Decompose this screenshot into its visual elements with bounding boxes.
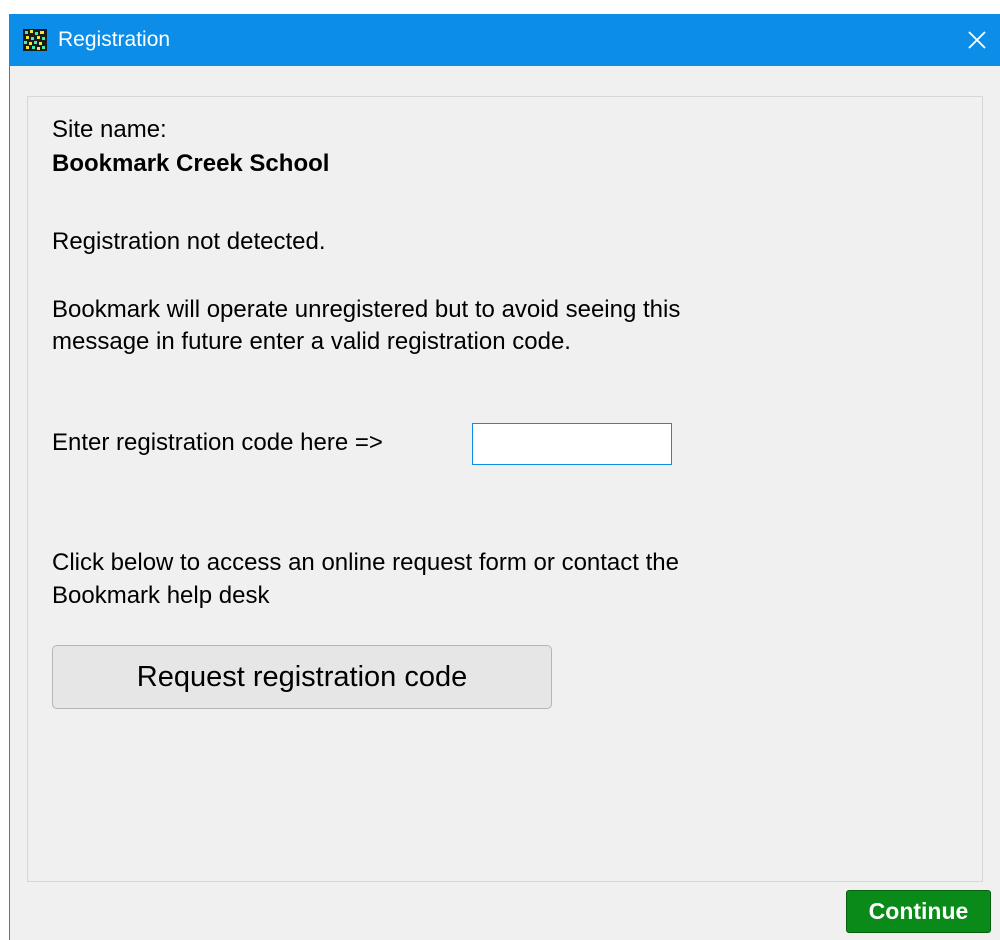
window-title: Registration — [58, 28, 171, 51]
registration-code-label: Enter registration code here => — [52, 429, 383, 456]
registration-status: Registration not detected. — [52, 228, 326, 255]
registration-window: Registration Site name: Bookmark Creek S… — [9, 14, 1000, 940]
request-info-line2: Bookmark help desk — [52, 582, 270, 609]
title-bar[interactable]: Registration — [10, 14, 1000, 66]
request-registration-code-button[interactable]: Request registration code — [52, 645, 552, 709]
continue-button[interactable]: Continue — [846, 890, 991, 933]
info-text-line1: Bookmark will operate unregistered but t… — [52, 296, 681, 323]
request-info-line1: Click below to access an online request … — [52, 549, 679, 576]
info-text-line2: message in future enter a valid registra… — [52, 328, 571, 355]
registration-panel: Site name: Bookmark Creek School Registr… — [27, 96, 983, 882]
close-icon — [968, 31, 986, 49]
site-name-label: Site name: — [52, 116, 167, 143]
registration-code-input[interactable] — [472, 423, 672, 465]
close-button[interactable] — [954, 14, 1000, 66]
bookmark-app-icon — [23, 29, 47, 51]
site-name-value: Bookmark Creek School — [52, 150, 330, 177]
